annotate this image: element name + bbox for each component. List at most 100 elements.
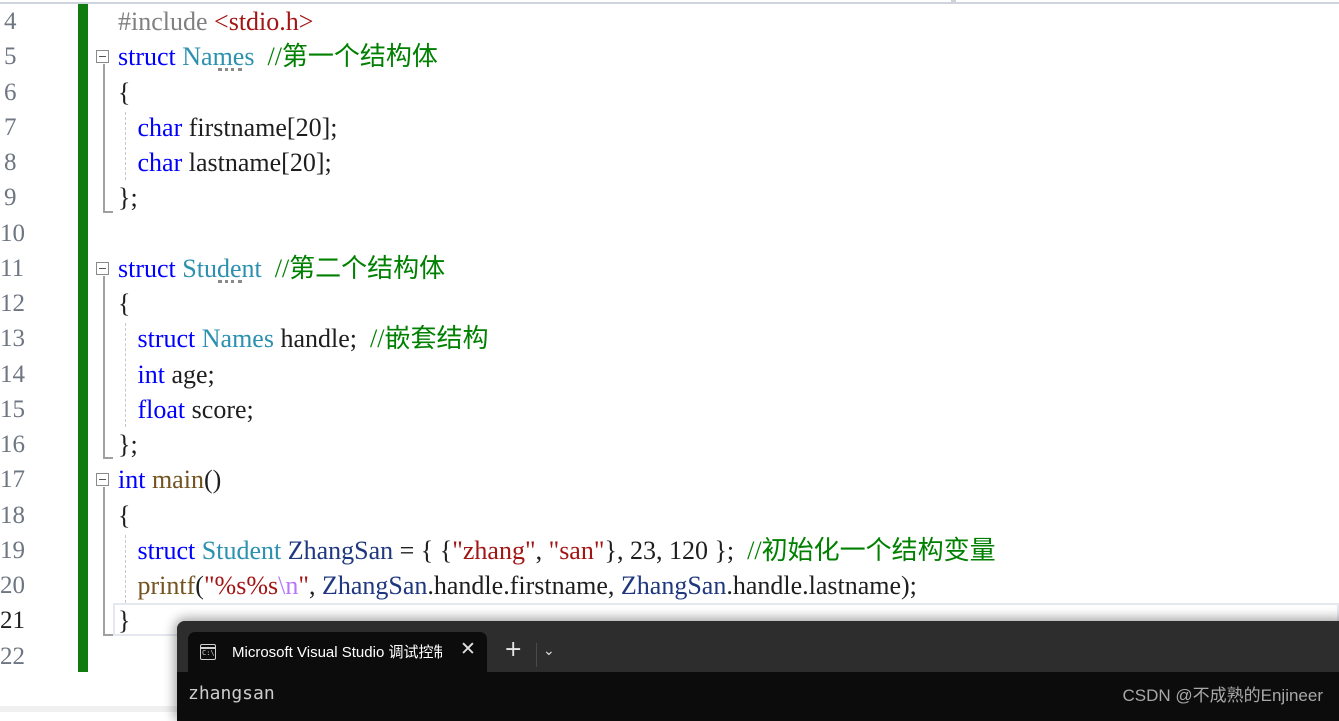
keyword: struct bbox=[118, 42, 176, 71]
code-line-7[interactable]: char firstname[20]; bbox=[118, 110, 338, 145]
line-number: 4 bbox=[4, 8, 17, 35]
function-name: printf bbox=[137, 571, 196, 600]
code-line-20[interactable]: printf("%s%s\n", ZhangSan.handle.firstna… bbox=[118, 568, 917, 603]
line-number: 6 bbox=[4, 79, 17, 106]
tab-title: Microsoft Visual Studio 调试控制台 bbox=[232, 644, 442, 661]
line-number: 8 bbox=[4, 149, 17, 176]
code-text: .handle.lastname); bbox=[726, 571, 917, 600]
line-number: 11 bbox=[0, 255, 25, 282]
console-icon-text: C:\ bbox=[202, 649, 215, 657]
brace: }; bbox=[118, 183, 138, 212]
brace: { bbox=[118, 501, 131, 530]
keyword: struct bbox=[137, 536, 196, 565]
code-line-11[interactable]: struct Student //第二个结构体 bbox=[118, 251, 445, 286]
code-line-6[interactable]: { bbox=[118, 75, 130, 110]
keyword: int bbox=[137, 360, 165, 389]
line-number: 22 bbox=[0, 643, 25, 670]
declaration: lastname[20]; bbox=[182, 148, 332, 177]
code-line-21[interactable]: } bbox=[118, 603, 130, 638]
code-text: = { { bbox=[393, 536, 453, 565]
keyword: float bbox=[137, 395, 186, 424]
code-text: , bbox=[535, 536, 549, 565]
code-text: }, 23, 120 }; bbox=[604, 536, 748, 565]
code-line-16[interactable]: }; bbox=[118, 427, 138, 462]
line-number: 16 bbox=[0, 431, 25, 458]
string-literal: "%s%s bbox=[203, 571, 279, 600]
fold-guide-end bbox=[103, 211, 113, 213]
debug-console-window[interactable]: C:\ Microsoft Visual Studio 调试控制台 ✕ + ⌄ … bbox=[177, 621, 1339, 721]
tab-bar-divider bbox=[536, 643, 537, 667]
suggestion-dots-icon[interactable] bbox=[218, 64, 242, 71]
code-line-19[interactable]: struct Student ZhangSan = { {"zhang", "s… bbox=[118, 533, 996, 568]
line-number: 9 bbox=[4, 184, 17, 211]
chevron-down-icon[interactable]: ⌄ bbox=[543, 643, 555, 659]
code-line-12[interactable]: { bbox=[118, 286, 130, 321]
terminal-output: zhangsan bbox=[188, 683, 275, 704]
code-line-17[interactable]: int main() bbox=[118, 462, 221, 497]
watermark: CSDN @不成熟的Enjineer bbox=[1122, 686, 1323, 705]
line-number: 17 bbox=[0, 466, 25, 493]
fold-guide-end bbox=[103, 457, 113, 459]
function-name: main bbox=[151, 465, 204, 494]
preprocessor-directive: #include bbox=[118, 7, 215, 36]
parens: () bbox=[203, 465, 222, 494]
comment: //第一个结构体 bbox=[267, 42, 438, 71]
code-line-18[interactable]: { bbox=[118, 498, 130, 533]
fold-guide-end bbox=[103, 634, 113, 636]
collapse-icon[interactable] bbox=[96, 50, 109, 63]
fold-guide bbox=[103, 64, 105, 212]
close-icon[interactable]: ✕ bbox=[460, 638, 476, 660]
brace: } bbox=[118, 606, 131, 635]
keyword: char bbox=[137, 113, 183, 142]
comment: //第二个结构体 bbox=[274, 254, 446, 283]
fold-guide bbox=[103, 276, 105, 458]
scroll-marker bbox=[951, 0, 956, 3]
variable: ZhangSan bbox=[321, 571, 428, 600]
line-number: 15 bbox=[0, 396, 25, 423]
code-line-14[interactable]: int age; bbox=[118, 357, 215, 392]
declaration: age; bbox=[164, 360, 215, 389]
code-text: ( bbox=[195, 571, 204, 600]
variable: ZhangSan bbox=[620, 571, 727, 600]
change-tracking-bar bbox=[78, 4, 88, 672]
string-literal: " bbox=[298, 571, 309, 600]
code-line-15[interactable]: float score; bbox=[118, 392, 254, 427]
console-icon: C:\ bbox=[200, 644, 216, 660]
collapse-icon[interactable] bbox=[96, 262, 109, 275]
terminal-tab-bar: C:\ Microsoft Visual Studio 调试控制台 ✕ + ⌄ bbox=[177, 621, 1339, 672]
terminal-tab[interactable]: C:\ Microsoft Visual Studio 调试控制台 ✕ bbox=[188, 632, 487, 672]
code-line-8[interactable]: char lastname[20]; bbox=[118, 145, 332, 180]
brace: }; bbox=[118, 430, 138, 459]
type-name: Student bbox=[201, 536, 282, 565]
string-literal: "zhang" bbox=[452, 536, 536, 565]
comment: //嵌套结构 bbox=[370, 324, 489, 353]
code-line-9[interactable]: }; bbox=[118, 180, 138, 215]
line-number: 13 bbox=[0, 325, 25, 352]
code-line-4[interactable]: #include <stdio.h> bbox=[118, 4, 313, 39]
type-name: Names bbox=[201, 324, 274, 353]
fold-guide bbox=[103, 487, 105, 635]
keyword: struct bbox=[137, 324, 196, 353]
collapse-icon[interactable] bbox=[96, 473, 109, 486]
code-line-5[interactable]: struct Names //第一个结构体 bbox=[118, 39, 438, 74]
brace: { bbox=[118, 289, 131, 318]
escape-sequence: \n bbox=[278, 571, 299, 600]
line-number-current: 21 bbox=[0, 607, 25, 634]
line-number: 10 bbox=[0, 220, 25, 247]
code-text: .handle.firstname, bbox=[427, 571, 621, 600]
line-number: 20 bbox=[0, 572, 25, 599]
keyword: struct bbox=[118, 254, 176, 283]
new-tab-button[interactable]: + bbox=[504, 639, 522, 661]
brace: { bbox=[118, 78, 131, 107]
line-number: 19 bbox=[0, 537, 25, 564]
keyword: int bbox=[118, 465, 146, 494]
line-number: 18 bbox=[0, 502, 25, 529]
code-text: , bbox=[308, 571, 322, 600]
variable: ZhangSan bbox=[287, 536, 394, 565]
keyword: char bbox=[137, 148, 183, 177]
code-line-13[interactable]: struct Names handle; //嵌套结构 bbox=[118, 321, 489, 356]
suggestion-dots-icon[interactable] bbox=[218, 276, 242, 283]
declaration: handle; bbox=[273, 324, 370, 353]
editor-bottom-strip bbox=[0, 706, 177, 712]
declaration: firstname[20]; bbox=[182, 113, 338, 142]
